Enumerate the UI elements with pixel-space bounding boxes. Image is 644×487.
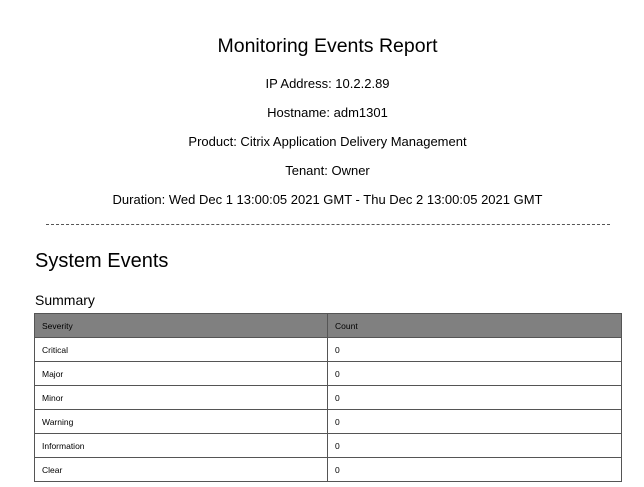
severity-cell: Information <box>34 433 328 458</box>
section-title: System Events <box>35 250 169 272</box>
table-row: Critical 0 <box>34 337 622 362</box>
severity-cell: Clear <box>34 457 328 482</box>
dashed-divider <box>46 224 610 225</box>
tenant-line: Tenant: Owner <box>285 163 370 178</box>
severity-column-header: Severity <box>34 313 328 338</box>
count-cell: 0 <box>327 433 622 458</box>
count-column-header: Count <box>327 313 622 338</box>
summary-table: Severity Count Critical 0 Major 0 Minor … <box>34 313 622 482</box>
severity-cell: Warning <box>34 409 328 434</box>
summary-title: Summary <box>35 292 95 308</box>
table-row: Warning 0 <box>34 409 622 434</box>
ip-address-line: IP Address: 10.2.2.89 <box>265 76 390 91</box>
severity-cell: Major <box>34 361 328 386</box>
report-title: Monitoring Events Report <box>217 35 438 57</box>
table-row: Minor 0 <box>34 385 622 410</box>
duration-line: Duration: Wed Dec 1 13:00:05 2021 GMT - … <box>112 192 543 207</box>
severity-cell: Critical <box>34 337 328 362</box>
count-cell: 0 <box>327 361 622 386</box>
product-line: Product: Citrix Application Delivery Man… <box>188 134 467 149</box>
table-row: Major 0 <box>34 361 622 386</box>
count-cell: 0 <box>327 337 622 362</box>
table-row: Information 0 <box>34 433 622 458</box>
count-cell: 0 <box>327 409 622 434</box>
table-row: Clear 0 <box>34 457 622 482</box>
count-cell: 0 <box>327 457 622 482</box>
table-header-row: Severity Count <box>34 313 622 338</box>
hostname-line: Hostname: adm1301 <box>267 105 388 120</box>
severity-cell: Minor <box>34 385 328 410</box>
count-cell: 0 <box>327 385 622 410</box>
